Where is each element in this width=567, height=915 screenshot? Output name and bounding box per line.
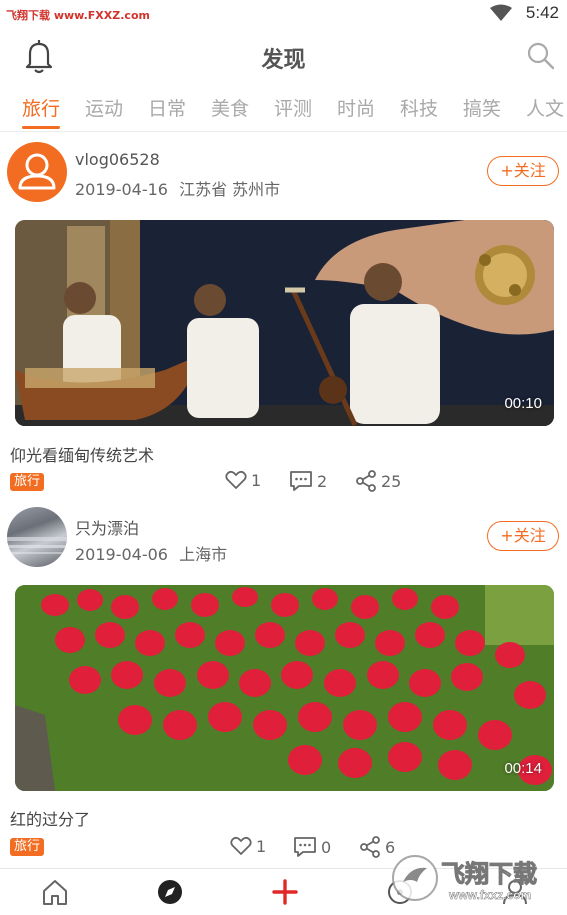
tab-tech[interactable]: 科技 [400, 94, 438, 121]
category-tabs: 旅行 运动 日常 美食 评测 时尚 科技 搞笑 人文 [0, 86, 567, 132]
plus-icon[interactable] [270, 877, 300, 907]
video-duration: 00:14 [504, 760, 542, 777]
post-tag[interactable]: 旅行 [10, 473, 45, 491]
like-button[interactable]: 1 [225, 470, 261, 490]
compass-icon[interactable] [155, 877, 185, 907]
status-bar: 飞翔下载 www.FXXZ.com 5:42 [0, 0, 567, 28]
tab-fashion[interactable]: 时尚 [337, 94, 375, 121]
active-tab-indicator [22, 126, 60, 129]
share-icon [360, 836, 380, 858]
status-right: 5:42 [489, 3, 559, 23]
avatar-photo [7, 537, 67, 554]
tab-travel[interactable]: 旅行 [22, 94, 60, 121]
video-thumbnail[interactable]: 00:14 [15, 585, 554, 791]
video-thumbnail[interactable]: 00:10 [15, 220, 554, 426]
post-card: vlog06528 2019-04-16 江苏省 苏州市 +关注 00:10 仰… [0, 132, 567, 500]
wifi-icon [489, 4, 512, 21]
share-count: 25 [381, 471, 402, 491]
top-watermark: 飞翔下载 www.FXXZ.com [6, 9, 150, 22]
watermark-url: www.fxxz.com [448, 888, 531, 902]
username[interactable]: vlog06528 [75, 150, 160, 169]
tab-daily[interactable]: 日常 [148, 94, 186, 121]
like-count: 1 [251, 470, 262, 490]
comment-icon [294, 837, 316, 857]
tab-review[interactable]: 评测 [274, 94, 312, 121]
default-user-icon [18, 153, 56, 190]
post-caption[interactable]: 仰光看缅甸传统艺术 [10, 442, 154, 466]
bottom-watermark: 飞翔下载 www.fxxz.com [391, 852, 561, 904]
comment-icon [290, 471, 312, 491]
header: 发现 [0, 28, 567, 86]
follow-button[interactable]: +关注 [487, 156, 559, 186]
video-image [15, 585, 554, 791]
heart-icon [230, 836, 252, 855]
tab-funny[interactable]: 搞笑 [463, 94, 501, 121]
comment-count: 0 [321, 837, 332, 857]
avatar[interactable] [7, 507, 67, 567]
avatar[interactable] [7, 142, 67, 202]
page-title: 发现 [261, 48, 306, 73]
video-duration: 00:10 [504, 395, 542, 412]
post-card: 只为漂泊 2019-04-06 上海市 +关注 00:14 红的过分了 旅行 1… [0, 500, 567, 868]
post-meta: 2019-04-06 上海市 [75, 541, 227, 565]
username[interactable]: 只为漂泊 [75, 515, 139, 539]
watermark-logo: 飞翔下载 www.fxxz.com [392, 855, 538, 902]
search-icon[interactable] [525, 40, 557, 72]
share-icon [356, 470, 376, 492]
post-date: 2019-04-06 [75, 545, 168, 564]
post-meta: 2019-04-16 江苏省 苏州市 [75, 176, 280, 200]
tab-culture[interactable]: 人文 [526, 94, 564, 121]
like-button[interactable]: 1 [230, 836, 266, 856]
share-button[interactable]: 6 [359, 836, 395, 858]
comment-count: 2 [317, 471, 328, 491]
comment-button[interactable]: 0 [293, 836, 331, 858]
comment-button[interactable]: 2 [289, 470, 327, 492]
tab-sports[interactable]: 运动 [85, 94, 123, 121]
watermark-brand: 飞翔下载 [441, 860, 537, 888]
post-tag[interactable]: 旅行 [10, 838, 45, 856]
status-time: 5:42 [525, 3, 559, 22]
post-location: 江苏省 苏州市 [179, 180, 281, 199]
video-image [15, 220, 554, 426]
like-count: 1 [256, 836, 267, 856]
post-date: 2019-04-16 [75, 180, 168, 199]
home-icon[interactable] [40, 877, 70, 907]
share-button[interactable]: 25 [355, 470, 401, 492]
post-location: 上海市 [179, 545, 228, 564]
tab-food[interactable]: 美食 [211, 94, 249, 121]
post-caption[interactable]: 红的过分了 [10, 806, 90, 830]
heart-icon [225, 470, 247, 489]
follow-button[interactable]: +关注 [487, 521, 559, 551]
